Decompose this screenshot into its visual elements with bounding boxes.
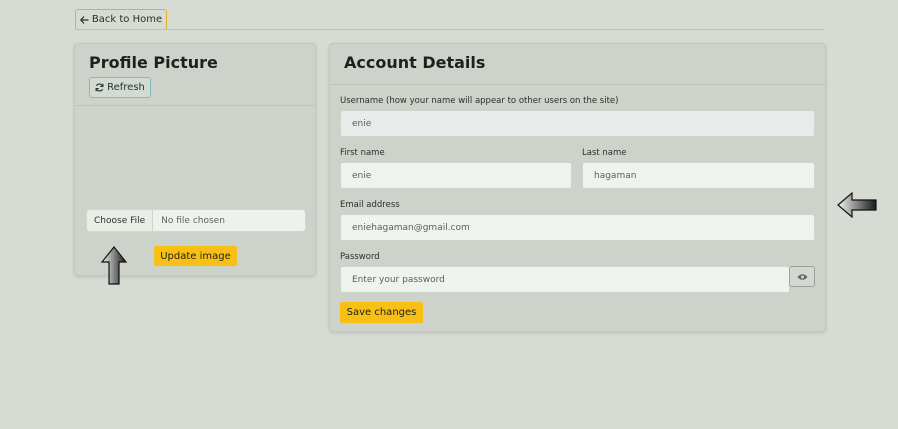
first-name-field[interactable]: enie bbox=[340, 162, 572, 189]
username-field[interactable]: enie bbox=[340, 110, 815, 137]
profile-picture-title: Profile Picture bbox=[89, 53, 218, 72]
back-to-home-label: Back to Home bbox=[91, 14, 163, 25]
username-label: Username (how your name will appear to o… bbox=[340, 96, 619, 106]
header-divider bbox=[75, 29, 825, 30]
arrow-up-icon bbox=[100, 246, 128, 285]
account-details-card: Account Details Username (how your name … bbox=[329, 43, 826, 332]
toggle-password-visibility-button[interactable] bbox=[789, 266, 815, 287]
file-status-text: No file chosen bbox=[161, 215, 225, 226]
account-card-divider bbox=[330, 84, 825, 85]
last-name-field[interactable]: hagaman bbox=[582, 162, 815, 189]
update-image-button[interactable]: Update image bbox=[154, 246, 237, 266]
refresh-label: Refresh bbox=[107, 82, 145, 93]
save-changes-button[interactable]: Save changes bbox=[340, 302, 423, 323]
refresh-button[interactable]: Refresh bbox=[89, 77, 151, 98]
password-label: Password bbox=[340, 252, 380, 262]
back-to-home-button[interactable]: Back to Home bbox=[75, 9, 167, 30]
choose-file-button[interactable]: Choose File bbox=[87, 210, 154, 231]
account-details-title: Account Details bbox=[344, 53, 486, 72]
profile-image-file-input[interactable]: Choose File No file chosen bbox=[86, 209, 306, 232]
last-name-label: Last name bbox=[582, 148, 627, 158]
eye-icon bbox=[796, 273, 808, 280]
refresh-icon bbox=[95, 83, 104, 92]
email-label: Email address bbox=[340, 200, 400, 210]
arrow-left-pointer-icon bbox=[837, 192, 877, 218]
profile-picture-card: Profile Picture Refresh Choose File No f… bbox=[74, 43, 316, 276]
password-field[interactable]: Enter your password bbox=[340, 266, 790, 293]
first-name-label: First name bbox=[340, 148, 385, 158]
arrow-left-icon bbox=[79, 15, 89, 24]
profile-card-divider bbox=[75, 105, 315, 106]
email-field[interactable]: eniehagaman@gmail.com bbox=[340, 214, 815, 241]
